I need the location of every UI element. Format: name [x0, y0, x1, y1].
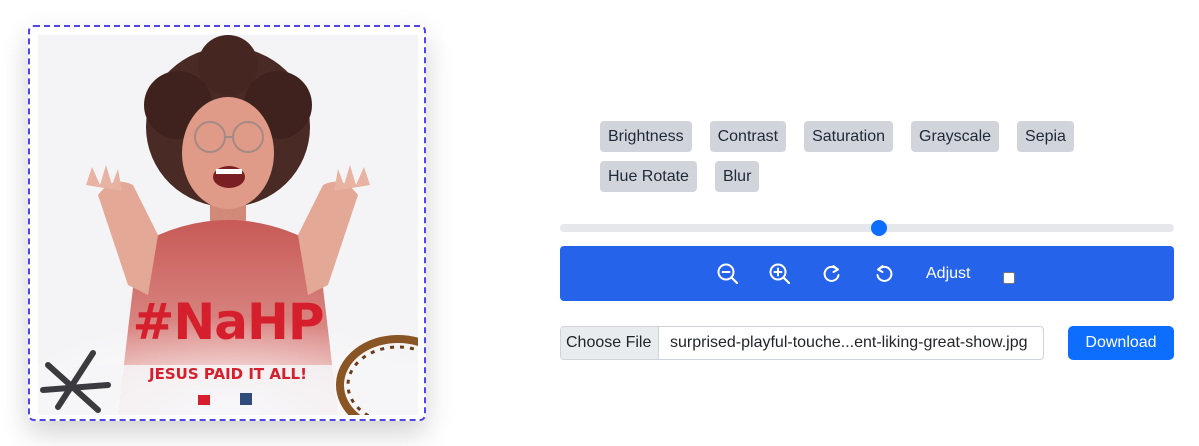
- choose-file-button[interactable]: Choose File: [561, 327, 659, 359]
- filter-saturation-button[interactable]: Saturation: [804, 121, 893, 152]
- filter-contrast-button[interactable]: Contrast: [709, 121, 787, 152]
- file-input[interactable]: Choose File surprised-playful-touche...e…: [560, 326, 1044, 360]
- poster-hashtag: #NaHP: [132, 293, 325, 351]
- download-button[interactable]: Download: [1068, 326, 1174, 360]
- adjust-checkbox[interactable]: [1003, 272, 1015, 284]
- adjust-label: Adjust: [926, 265, 971, 282]
- file-name-text: surprised-playful-touche...ent-liking-gr…: [670, 334, 1028, 351]
- rotate-right-icon[interactable]: [819, 261, 845, 287]
- zoom-out-icon[interactable]: [715, 261, 741, 287]
- filter-buttons: Brightness Contrast Saturation Grayscale…: [600, 121, 1080, 201]
- image-preview: #NaHP JESUS PAID IT ALL!: [38, 35, 418, 415]
- filter-row-2: Hue Rotate Blur: [600, 161, 1080, 192]
- preview-photo: [38, 35, 418, 415]
- image-preview-frame[interactable]: #NaHP JESUS PAID IT ALL!: [28, 25, 426, 421]
- slider-thumb[interactable]: [871, 220, 888, 236]
- filter-grayscale-button[interactable]: Grayscale: [911, 121, 1000, 152]
- zoom-in-icon[interactable]: [767, 261, 793, 287]
- poster-tagline: JESUS PAID IT ALL!: [149, 365, 307, 383]
- filter-row-1: Brightness Contrast Saturation Grayscale…: [600, 121, 1080, 152]
- filter-hue-rotate-button[interactable]: Hue Rotate: [600, 161, 697, 192]
- filter-brightness-button[interactable]: Brightness: [600, 121, 692, 152]
- rotate-left-icon[interactable]: [871, 261, 897, 287]
- filter-slider[interactable]: [560, 220, 1174, 236]
- filter-sepia-button[interactable]: Sepia: [1017, 121, 1074, 152]
- filter-blur-button[interactable]: Blur: [714, 161, 760, 192]
- toolbar: Adjust: [560, 246, 1174, 301]
- image-editor: #NaHP JESUS PAID IT ALL! Brightness Cont…: [0, 0, 1199, 446]
